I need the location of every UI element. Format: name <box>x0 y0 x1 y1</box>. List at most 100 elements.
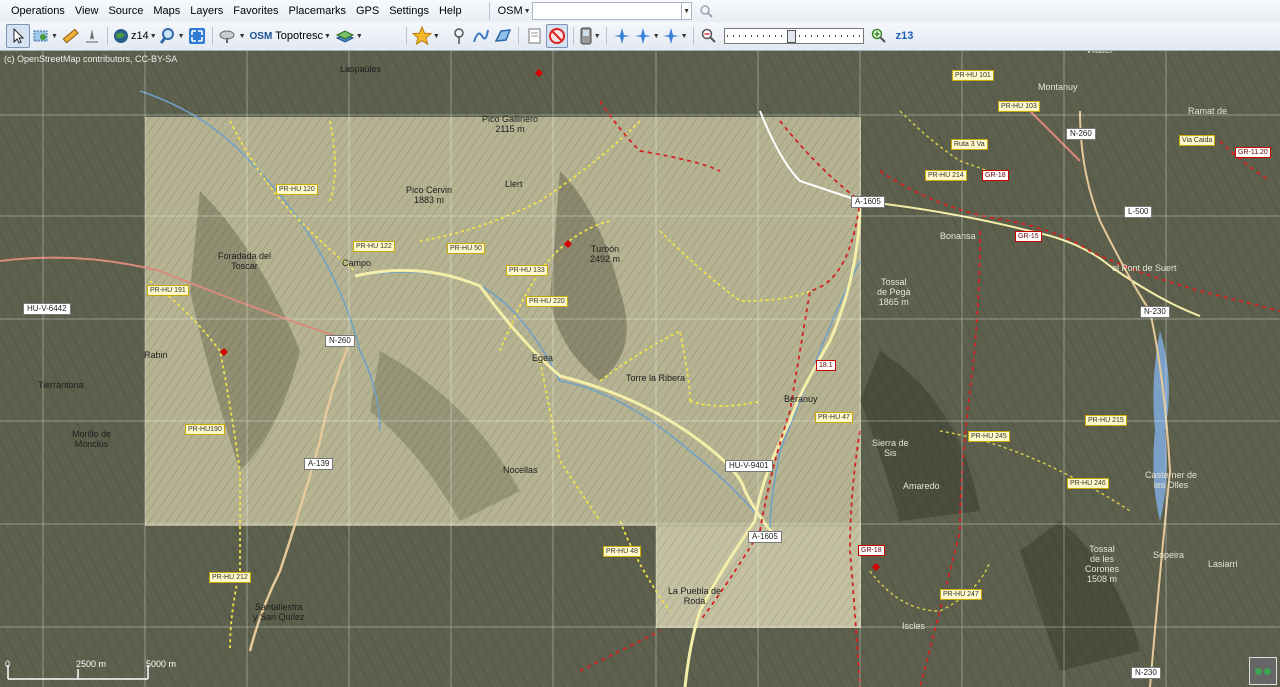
road-label: A-139 <box>304 458 334 470</box>
add-placemark-button[interactable] <box>449 25 469 47</box>
place-label: Nocellas <box>503 465 538 475</box>
menu-operations[interactable]: Operations <box>6 0 70 22</box>
menu-source[interactable]: Source <box>103 0 148 22</box>
chevron-down-icon: ▼ <box>323 32 331 40</box>
search-input[interactable] <box>531 2 682 20</box>
place-label: Egea <box>532 353 554 363</box>
road-label: HU-V-9401 <box>725 460 773 472</box>
road-label: L-500 <box>1124 206 1153 218</box>
zoom-tool-button[interactable]: ▼ <box>159 25 185 47</box>
map-layer-select[interactable]: OSM Topotresc ▼ <box>248 25 333 47</box>
place-label: La Puebla de Roda <box>668 586 722 606</box>
place-label: Sierra de Sis <box>872 438 909 458</box>
place-label: Amaredo <box>903 481 940 491</box>
trail-label: PR-HU 47 <box>815 412 853 423</box>
menu-view[interactable]: View <box>70 0 104 22</box>
main-menu: Operations View Source Maps Layers Favorites P… <box>0 0 467 22</box>
menu-placemarks[interactable]: Placemarks <box>284 0 351 22</box>
road-label: A-1605 <box>748 531 782 543</box>
compass-button[interactable] <box>82 25 102 47</box>
menu-layers[interactable]: Layers <box>185 0 228 22</box>
osm-logo-icon: OSM <box>249 30 273 42</box>
trail-label: PR-HU 101 <box>952 70 994 81</box>
map-source-button[interactable]: ▼ <box>218 25 246 47</box>
chevron-down-icon: ▼ <box>177 32 185 40</box>
menu-help[interactable]: Help <box>434 0 467 22</box>
add-path-button[interactable] <box>471 25 491 47</box>
favorites-button[interactable]: ▼ <box>411 25 440 47</box>
gr-trail-label: GR-15 <box>1015 231 1042 242</box>
trail-label: Via Caida <box>1179 135 1216 146</box>
hide-placemarks-button[interactable] <box>545 24 568 48</box>
toolbar-separator <box>106 27 108 45</box>
road-label: N-260 <box>325 335 355 347</box>
application-window: { "menubar": { "items": ["Operations","V… <box>0 0 1280 687</box>
map-source-select[interactable]: OSM ▼ <box>494 3 531 19</box>
gps-center-button[interactable]: ▼ <box>634 25 660 47</box>
place-label: Vilaller <box>1086 51 1113 55</box>
place-label: Tierrantona <box>38 380 84 390</box>
ruler-icon <box>62 28 79 44</box>
globe-icon <box>1255 667 1262 675</box>
trail-label: PR-HU 48 <box>603 546 641 557</box>
place-label: Morillo de Monclús <box>72 429 112 449</box>
place-label: Lasiarri <box>1208 559 1238 569</box>
search-dropdown-button[interactable]: ▼ <box>681 2 692 20</box>
menu-gps[interactable]: GPS <box>351 0 384 22</box>
compass-icon <box>85 29 98 43</box>
zoom-in-button[interactable] <box>869 25 889 47</box>
gps-device-button[interactable]: ▼ <box>579 25 601 47</box>
gps-options-button[interactable]: ▼ <box>662 25 688 47</box>
zoom-slider[interactable] <box>723 28 864 44</box>
place-label: Campo <box>342 258 372 268</box>
select-tool-button[interactable] <box>6 24 30 48</box>
zoom-out-button[interactable] <box>699 25 719 47</box>
polygon-icon <box>494 29 511 42</box>
trail-label: PR-HU 214 <box>925 170 967 181</box>
select-area-button[interactable]: ▼ <box>32 25 58 47</box>
menu-bar: Operations View Source Maps Layers Favorites P… <box>0 0 1280 23</box>
chevron-down-icon: ▼ <box>683 7 691 15</box>
overview-map-toggle[interactable] <box>1249 657 1277 685</box>
map-view[interactable]: (c) OpenStreetMap contributors, CC-BY-SA… <box>0 51 1280 687</box>
menu-maps[interactable]: Maps <box>148 0 185 22</box>
fit-view-button[interactable] <box>187 25 207 47</box>
road-label: N-230 <box>1131 667 1161 679</box>
zoom-in-icon <box>871 28 886 43</box>
trail-label: PR-HU 133 <box>506 265 548 276</box>
placemark-list-button[interactable] <box>524 25 544 47</box>
place-label: Pico Cervin 1883 m <box>406 185 453 205</box>
place-label: Foradada del Toscar <box>218 251 272 271</box>
place-label: Rabin <box>144 350 168 360</box>
fit-screen-icon <box>188 28 205 44</box>
trail-label: PR-HU 215 <box>1085 415 1127 426</box>
place-label: Casterner de les Olles <box>1145 470 1198 490</box>
add-polygon-button[interactable] <box>493 25 513 47</box>
star-icon <box>411 26 432 46</box>
toolbar: ▼ z14 ▼ ▼ ▼ OSM Topotresc ▼ ▼ ▼ ▼ ▼ ▼ z1… <box>0 22 1280 51</box>
place-label: Tossal de les Corones 1508 m <box>1085 544 1120 584</box>
menu-settings[interactable]: Settings <box>384 0 434 22</box>
search-button[interactable] <box>696 0 716 22</box>
zoom-level-button[interactable]: z14 ▼ <box>113 25 157 47</box>
trail-label: PR-HU 120 <box>276 184 318 195</box>
zoom-out-icon <box>701 28 716 43</box>
overlay-button[interactable]: ▼ <box>335 25 363 47</box>
scale-end-label: 5000 m <box>146 659 177 669</box>
place-label: Iscles <box>902 621 926 631</box>
zoom-slider-thumb[interactable] <box>786 30 796 43</box>
trail-label: PR-HU 220 <box>526 296 568 307</box>
trail-label: PR-HU 50 <box>447 243 485 254</box>
ruler-button[interactable] <box>60 25 80 47</box>
menu-favorites[interactable]: Favorites <box>228 0 283 22</box>
gps-device-icon <box>580 27 592 45</box>
gps-track-button[interactable] <box>612 25 632 47</box>
map-attribution: (c) OpenStreetMap contributors, CC-BY-SA <box>4 54 178 64</box>
magnifier-icon <box>159 28 174 44</box>
place-label: Llert <box>505 179 523 189</box>
place-label: Santaliestra y San Quílez <box>253 602 305 622</box>
gps-satellite-icon <box>634 28 651 44</box>
place-label: Sopeira <box>1153 550 1185 560</box>
place-label: Tossal de Pegà 1865 m <box>877 277 911 307</box>
trail-label: PR-HU 245 <box>968 431 1010 442</box>
